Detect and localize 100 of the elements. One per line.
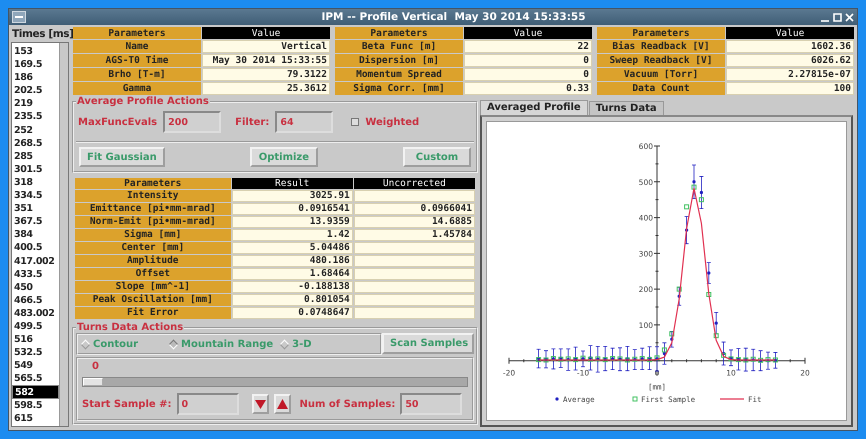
scrollbar[interactable] (59, 43, 68, 426)
list-item[interactable]: 153 (12, 45, 59, 58)
table-cell: 1.68464 (232, 268, 353, 280)
column-header: Parameters (73, 27, 201, 40)
field-label: Filter: (235, 116, 270, 128)
data-point (698, 197, 704, 202)
tab[interactable]: Turns Data (588, 101, 664, 115)
table-cell: Gamma (73, 82, 201, 96)
error-bar (566, 348, 571, 371)
error-bar (728, 350, 734, 366)
error-bar (536, 348, 541, 368)
checkbox[interactable] (351, 118, 360, 126)
list-item[interactable]: 367.5 (12, 215, 59, 228)
list-item[interactable]: 186 (12, 71, 59, 84)
table-cell: 0.0748647 (232, 307, 353, 320)
table-cell: Vertical (202, 40, 330, 54)
list-item[interactable]: 235.5 (12, 110, 59, 124)
list-item[interactable]: 169.5 (12, 58, 59, 72)
table-cell: 1.42 (232, 229, 353, 242)
error-bar (580, 350, 586, 368)
data-point (706, 292, 712, 297)
error-bar (618, 347, 622, 372)
error-bar (758, 350, 763, 372)
list-item[interactable]: 384 (12, 228, 59, 242)
list-item[interactable]: 466.5 (12, 294, 59, 307)
error-bar (721, 342, 726, 366)
column-header: Parameters (597, 27, 725, 40)
list-item[interactable]: 433.5 (12, 268, 59, 281)
error-bar (640, 348, 645, 370)
table-cell: Amplitude (75, 255, 231, 268)
table-cell: Bias Readback [V] (597, 40, 725, 54)
list-item[interactable]: 268.5 (12, 136, 59, 150)
error-bar (766, 352, 770, 370)
table-cell: 0.0916541 (232, 203, 353, 216)
table-cell: Offset (75, 268, 231, 280)
table-cell: Name (73, 40, 201, 54)
up-triangle-icon (276, 398, 288, 410)
list-item[interactable]: 565.5 (12, 372, 59, 386)
data-point (714, 333, 719, 338)
tab[interactable]: Averaged Profile (480, 100, 588, 115)
list-item[interactable]: 499.5 (12, 320, 59, 334)
close-icon[interactable] (845, 12, 854, 22)
error-bar (588, 345, 593, 370)
list-item[interactable]: 252 (12, 124, 59, 137)
data-point (700, 190, 703, 194)
increment-button[interactable] (274, 394, 291, 414)
table-cell: 1.45784 (354, 229, 475, 242)
list-item[interactable]: 483.002 (12, 306, 59, 320)
list-item[interactable]: 351 (12, 202, 59, 216)
slider-thumb[interactable] (83, 378, 103, 386)
table-cell: 3025.91 (232, 190, 353, 202)
error-bar (750, 348, 756, 372)
list-item[interactable]: 334.5 (12, 189, 59, 202)
table-cell: 100 (726, 82, 854, 96)
table-cell: 6026.62 (726, 54, 854, 68)
list-item[interactable]: 202.5 (12, 84, 59, 98)
list-item[interactable]: 598.5 (12, 398, 59, 412)
error-bar (692, 164, 696, 199)
error-bar (632, 349, 638, 370)
list-item[interactable]: 549 (12, 359, 59, 372)
list-item[interactable]: 301.5 (12, 162, 59, 176)
table-cell: 14.6885 (354, 216, 475, 228)
list-item[interactable]: 417.002 (12, 254, 59, 268)
table-cell: 2.27815e-07 (726, 68, 854, 82)
table-cell: Slope [mm^-1] (75, 281, 231, 294)
table-cell: Emittance [pi•mm-mrad] (75, 203, 231, 216)
legend-marker-icon (632, 396, 638, 402)
list-item[interactable]: 400.5 (12, 241, 59, 254)
error-bar (743, 348, 748, 372)
list-item[interactable]: 532.5 (12, 346, 59, 360)
table-cell: AGS-T0 Time (73, 54, 201, 68)
slider-reading: 0 (92, 361, 99, 372)
table-cell: 0.33 (464, 82, 592, 96)
slider[interactable] (82, 377, 468, 388)
list-item[interactable]: 516 (12, 333, 59, 346)
list-item[interactable]: 219 (12, 97, 59, 110)
column-header: Result (232, 178, 353, 190)
list-item[interactable]: 318 (12, 176, 59, 190)
data-point (676, 286, 682, 292)
list-item[interactable]: 615 (12, 412, 59, 425)
legend-line-icon (720, 398, 744, 400)
table-cell: Center [mm] (75, 242, 231, 254)
list-item[interactable]: 285 (12, 150, 59, 163)
error-bar (573, 346, 578, 370)
maximize-icon[interactable] (833, 12, 842, 22)
list-item[interactable]: 582 (12, 385, 59, 399)
error-bar (773, 352, 778, 369)
column-header: Value (464, 27, 592, 40)
error-bar (595, 346, 600, 373)
legend-marker-icon (555, 397, 559, 401)
list-item[interactable]: 450 (12, 280, 59, 294)
decrement-button[interactable] (252, 394, 269, 414)
table-cell: Peak Oscillation [mm] (75, 294, 231, 306)
data-point (685, 228, 688, 232)
error-bar (602, 346, 608, 372)
column-header: Parameters (75, 178, 231, 190)
data-point (707, 271, 710, 275)
table-cell: Sweep Readback [V] (597, 54, 725, 68)
table-cell: Momentum Spread (335, 68, 463, 82)
data-point (678, 294, 681, 298)
